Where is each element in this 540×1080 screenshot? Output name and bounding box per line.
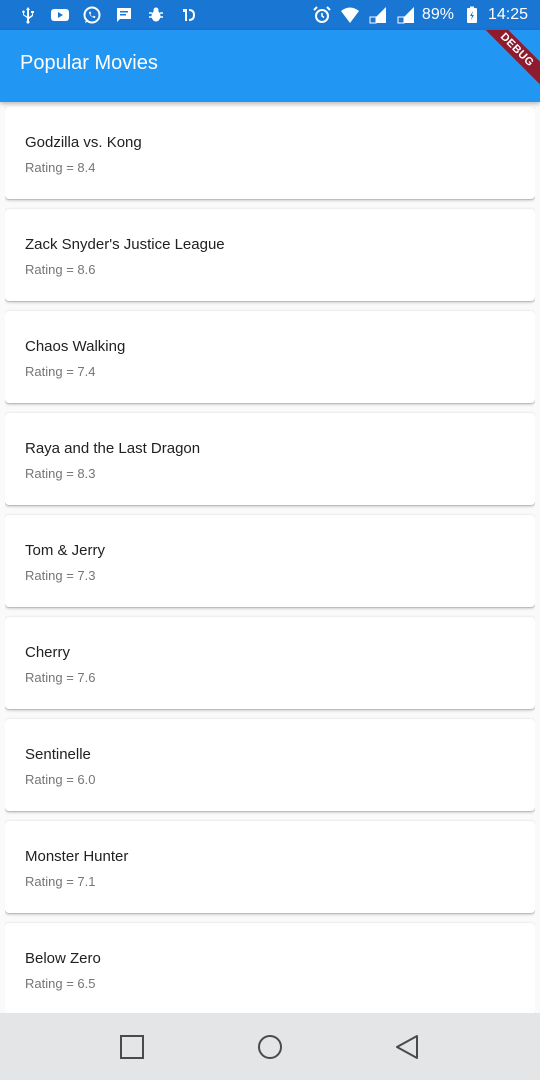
signal-icon [396, 5, 416, 25]
navigation-bar [0, 1013, 540, 1080]
status-right-icons: 89% 14:25 [304, 5, 528, 25]
movie-card[interactable]: Tom & Jerry Rating = 7.3 [5, 515, 535, 607]
battery-percentage: 89% [421, 6, 454, 23]
movie-rating: Rating = 8.3 [25, 466, 96, 481]
bug-icon [146, 5, 166, 25]
movie-rating: Rating = 8.6 [25, 262, 96, 277]
movie-list[interactable]: Godzilla vs. Kong Rating = 8.4 Zack Snyd… [5, 107, 535, 1013]
movie-rating: Rating = 7.1 [25, 874, 96, 889]
back-icon[interactable] [394, 1033, 422, 1061]
movie-title: Sentinelle [25, 746, 91, 763]
status-bar: 89% 14:25 [0, 0, 540, 30]
debug-banner: DEBUG [480, 30, 540, 90]
movie-card[interactable]: Sentinelle Rating = 6.0 [5, 719, 535, 811]
movie-card[interactable]: Cherry Rating = 7.6 [5, 617, 535, 709]
movie-title: Below Zero [25, 950, 101, 967]
debug-ribbon-label: DEBUG [480, 30, 540, 88]
app-icon [178, 5, 198, 25]
movie-title: Tom & Jerry [25, 542, 106, 559]
battery-icon [462, 5, 482, 25]
recent-apps-icon[interactable] [118, 1033, 146, 1061]
movie-card[interactable]: Monster Hunter Rating = 7.1 [5, 821, 535, 913]
page-title: Popular Movies [20, 52, 158, 74]
movie-title: Godzilla vs. Kong [25, 134, 142, 151]
movie-title: Cherry [25, 644, 71, 661]
movie-rating: Rating = 6.5 [25, 976, 96, 991]
signal-icon [368, 5, 388, 25]
movie-rating: Rating = 7.4 [25, 364, 96, 379]
wifi-icon [340, 5, 360, 25]
whatsapp-icon [82, 5, 102, 25]
clock: 14:25 [487, 6, 528, 23]
alarm-icon [312, 5, 332, 25]
movie-rating: Rating = 7.6 [25, 670, 96, 685]
movie-rating: Rating = 6.0 [25, 772, 96, 787]
movie-title: Zack Snyder's Justice League [25, 236, 225, 253]
screen: 89% 14:25 Popular Movies DEBUG Godzilla … [0, 0, 540, 1080]
app-bar: Popular Movies [0, 30, 540, 102]
home-icon[interactable] [256, 1033, 284, 1061]
message-icon [114, 5, 134, 25]
movie-card[interactable]: Below Zero Rating = 6.5 [5, 923, 535, 1013]
movie-rating: Rating = 7.3 [25, 568, 96, 583]
status-left-icons [18, 5, 210, 25]
movie-rating: Rating = 8.4 [25, 160, 96, 175]
movie-card[interactable]: Zack Snyder's Justice League Rating = 8.… [5, 209, 535, 301]
youtube-icon [50, 5, 70, 25]
movie-title: Monster Hunter [25, 848, 129, 865]
movie-card[interactable]: Raya and the Last Dragon Rating = 8.3 [5, 413, 535, 505]
movie-card[interactable]: Godzilla vs. Kong Rating = 8.4 [5, 107, 535, 199]
movie-title: Raya and the Last Dragon [25, 440, 201, 457]
movie-card[interactable]: Chaos Walking Rating = 7.4 [5, 311, 535, 403]
usb-icon [18, 5, 38, 25]
movie-title: Chaos Walking [25, 338, 126, 355]
